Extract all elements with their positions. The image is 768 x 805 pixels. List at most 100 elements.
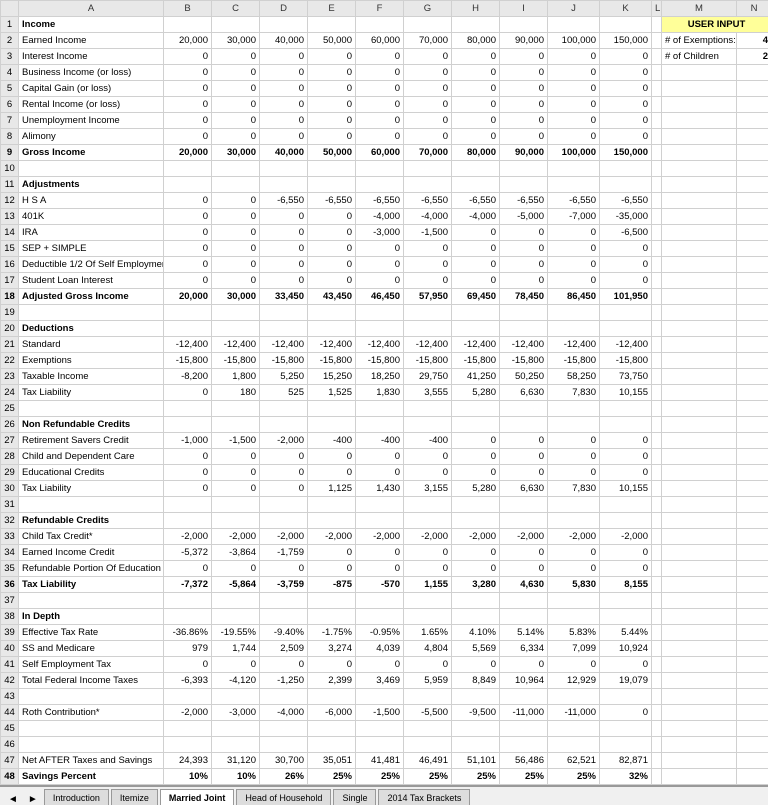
cell: 8,849 [452,673,500,689]
cell: 60,000 [356,145,404,161]
cell [662,529,737,545]
cell [404,593,452,609]
col-header-row: A B C D E F G H I J K L M N [1,1,768,17]
cell: Effective Tax Rate [19,625,164,641]
cell: 78,450 [500,289,548,305]
cell: 18,250 [356,369,404,385]
table-row: 39Effective Tax Rate-36.86%-19.55%-9.40%… [1,625,768,641]
cell: 10,964 [500,673,548,689]
cell [737,417,768,433]
cell: 0 [600,561,652,577]
cell: 1,744 [212,641,260,657]
cell: 3,274 [308,641,356,657]
cell: 0 [164,561,212,577]
cell [164,17,212,33]
cell [19,737,164,753]
cell: 401K [19,209,164,225]
cell: 0 [212,561,260,577]
cell [737,353,768,369]
cell: 6 [1,97,19,113]
cell: Exemptions [19,353,164,369]
cell [652,369,662,385]
cell: 0 [548,657,600,673]
cell: 0 [548,97,600,113]
sheet-tab[interactable]: Single [333,789,376,805]
cell: 50,000 [308,33,356,49]
cell: 150,000 [600,33,652,49]
cell [500,721,548,737]
sheet-tab[interactable]: Married Joint [160,789,235,805]
cell: 0 [548,433,600,449]
cell: 51,101 [452,753,500,769]
cell: 0 [404,257,452,273]
cell [652,449,662,465]
sheet-tab[interactable]: Head of Household [236,789,331,805]
cell: -12,400 [356,337,404,353]
sheet-tab[interactable]: Itemize [111,789,158,805]
sheet-tab[interactable]: Introduction [44,789,109,805]
cell [737,641,768,657]
cell: 0 [356,113,404,129]
cell: -6,550 [404,193,452,209]
cell: 5 [1,81,19,97]
cell: 0 [260,49,308,65]
cell: SEP + SIMPLE [19,241,164,257]
cell: 3,155 [404,481,452,497]
cell: 0 [356,545,404,561]
cell [356,737,404,753]
cell [662,321,737,337]
cell: -11,000 [500,705,548,721]
cell [356,497,404,513]
cell: 180 [212,385,260,401]
cell: 0 [404,545,452,561]
table-row: 11Adjustments [1,177,768,193]
cell: 30 [1,481,19,497]
cell: 7,830 [548,481,600,497]
cell [652,65,662,81]
cell [652,49,662,65]
cell: 0 [260,241,308,257]
cell: Alimony [19,129,164,145]
col-header-f: F [356,1,404,17]
cell: 0 [356,81,404,97]
col-header-n: N [737,1,768,17]
cell: 5.44% [600,625,652,641]
cell: 0 [212,257,260,273]
cell [662,625,737,641]
cell: 27 [1,433,19,449]
cell [404,17,452,33]
cell: 0 [500,97,548,113]
cell [652,577,662,593]
cell: 0 [404,561,452,577]
cell: USER INPUT [662,17,768,33]
cell [164,177,212,193]
cell: Student Loan Interest [19,273,164,289]
table-row: 44Roth Contribution*-2,000-3,000-4,000-6… [1,705,768,721]
tab-scroll-left[interactable]: ◄ [4,794,22,805]
cell [737,385,768,401]
cell: -1,250 [260,673,308,689]
cell: 0 [452,81,500,97]
cell: -1.75% [308,625,356,641]
cell: -1,759 [260,545,308,561]
sheet-tab[interactable]: 2014 Tax Brackets [378,789,470,805]
cell: 0 [600,129,652,145]
cell [662,161,737,177]
cell: 0 [212,209,260,225]
cell: -3,000 [212,705,260,721]
cell: 0 [260,113,308,129]
cell: 43 [1,689,19,705]
cell [260,305,308,321]
cell: 0 [356,241,404,257]
col-header-m: M [662,1,737,17]
cell: 0 [404,449,452,465]
cell [662,593,737,609]
cell [548,177,600,193]
table-row: 23Taxable Income-8,2001,8005,25015,25018… [1,369,768,385]
tab-scroll-right[interactable]: ► [24,794,42,805]
cell: 0 [212,225,260,241]
cell: -12,400 [260,337,308,353]
cell [600,161,652,177]
cell: -15,800 [500,353,548,369]
cell [404,721,452,737]
